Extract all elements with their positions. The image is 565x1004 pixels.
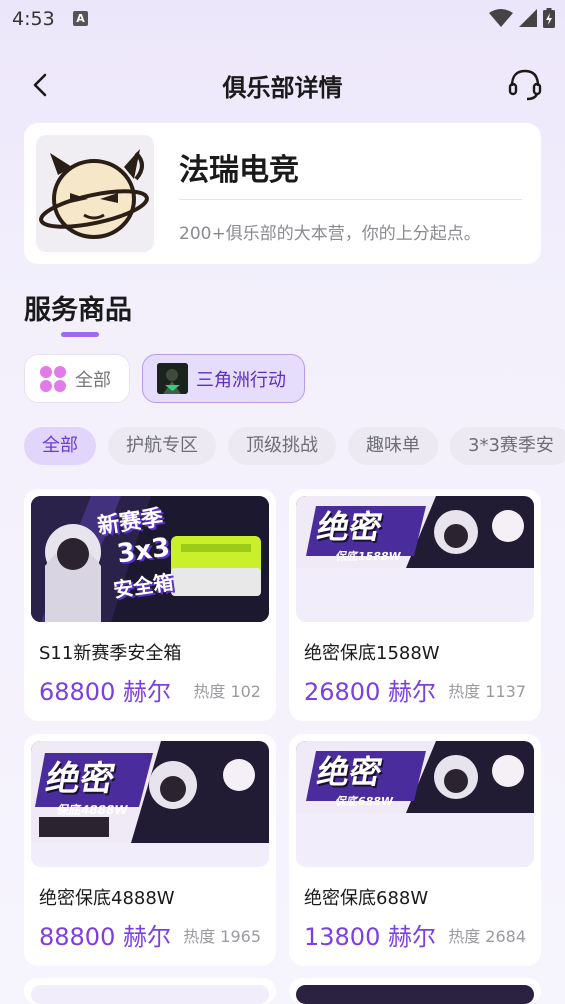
headset-icon bbox=[508, 69, 542, 101]
battery-icon bbox=[543, 8, 555, 28]
tab-top-challenge[interactable]: 顶级挑战 bbox=[228, 427, 336, 465]
tab-3x3-season[interactable]: 3*3赛季安 bbox=[450, 427, 565, 465]
product-card[interactable]: 绝密 保底1588W 绝密保底1588W 26800 赫尔 热度 1137 bbox=[289, 489, 541, 721]
page-title: 俱乐部详情 bbox=[222, 74, 343, 102]
product-heat: 热度 2684 bbox=[448, 927, 526, 946]
section-underline bbox=[61, 332, 99, 337]
product-price: 68800 赫尔 bbox=[39, 678, 171, 706]
banner-line-2: 保底688W bbox=[334, 795, 395, 808]
product-card[interactable]: 新赛季 3x3 安全箱 S11新赛季安全箱 68800 赫尔 热度 102 bbox=[24, 489, 276, 721]
status-bar: 4:53 A bbox=[0, 0, 565, 40]
status-time: 4:53 bbox=[12, 8, 55, 30]
product-image bbox=[296, 985, 534, 1004]
product-heat: 热度 1137 bbox=[448, 682, 526, 701]
tab-all[interactable]: 全部 bbox=[24, 427, 96, 465]
club-name: 法瑞电竞 bbox=[179, 153, 299, 188]
banner-line-1: 绝密 bbox=[314, 508, 386, 546]
category-tabs: 全部 护航专区 顶级挑战 趣味单 3*3赛季安 bbox=[24, 427, 565, 465]
signal-icon bbox=[519, 9, 537, 27]
club-logo bbox=[36, 135, 154, 252]
product-name: 绝密保底688W bbox=[304, 888, 429, 909]
banner-line-2: 保底4888W bbox=[55, 803, 129, 817]
game-filter-delta-force[interactable]: 三角洲行动 bbox=[142, 354, 305, 403]
wifi-icon bbox=[489, 9, 513, 27]
product-heat: 热度 102 bbox=[193, 682, 261, 701]
notification-a-icon: A bbox=[73, 11, 88, 26]
product-image: 绝密 保底4888W bbox=[31, 741, 269, 867]
tab-escort-zone[interactable]: 护航专区 bbox=[108, 427, 216, 465]
banner-line-1: 绝密 bbox=[314, 753, 386, 791]
banner-line-2: 保底1588W bbox=[334, 550, 402, 563]
product-card[interactable] bbox=[289, 978, 541, 1004]
game-filter-label: 全部 bbox=[75, 369, 111, 391]
product-image: 绝密 保底688W bbox=[296, 741, 534, 867]
product-price: 88800 赫尔 bbox=[39, 923, 171, 951]
club-description: 200+俱乐部的大本营，你的上分起点。 bbox=[179, 224, 481, 244]
product-price: 13800 赫尔 bbox=[304, 923, 436, 951]
product-image bbox=[31, 985, 269, 1004]
product-name: 绝密保底1588W bbox=[304, 643, 440, 664]
game-thumbnail bbox=[157, 363, 188, 394]
product-image: 新赛季 3x3 安全箱 bbox=[31, 496, 269, 622]
game-filter-label: 三角洲行动 bbox=[196, 369, 286, 391]
product-heat: 热度 1965 bbox=[183, 927, 261, 946]
divider bbox=[179, 199, 522, 200]
product-name: 绝密保底4888W bbox=[39, 888, 175, 909]
product-card[interactable]: 绝密 保底688W 绝密保底688W 13800 赫尔 热度 2684 bbox=[289, 734, 541, 966]
customer-support-button[interactable] bbox=[507, 66, 543, 102]
game-filter-all[interactable]: 全部 bbox=[24, 354, 130, 403]
status-icons bbox=[489, 8, 555, 28]
banner-line-1: 绝密 bbox=[42, 759, 118, 799]
product-card[interactable] bbox=[24, 978, 276, 1004]
product-price: 26800 赫尔 bbox=[304, 678, 436, 706]
section-title: 服务商品 bbox=[24, 295, 132, 326]
product-card[interactable]: 绝密 保底4888W 绝密保底4888W 88800 赫尔 热度 1965 bbox=[24, 734, 276, 966]
header: 俱乐部详情 bbox=[0, 60, 565, 108]
product-name: S11新赛季安全箱 bbox=[39, 643, 182, 664]
club-info-card: 法瑞电竞 200+俱乐部的大本营，你的上分起点。 bbox=[24, 123, 541, 264]
product-image: 绝密 保底1588W bbox=[296, 496, 534, 622]
grid-dots-icon bbox=[39, 365, 67, 393]
tab-fun-orders[interactable]: 趣味单 bbox=[348, 427, 438, 465]
